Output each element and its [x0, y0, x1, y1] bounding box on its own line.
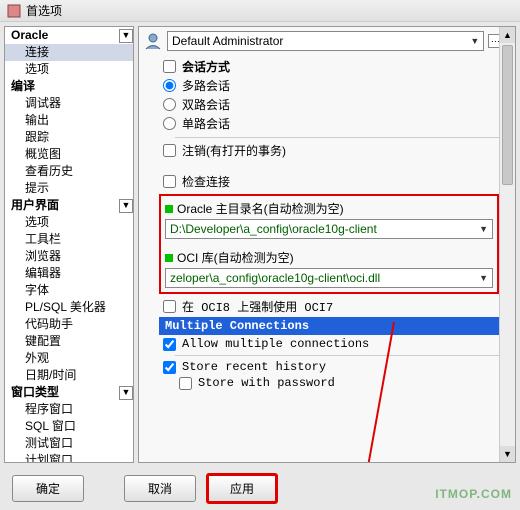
chevron-down-icon[interactable]: ▼	[119, 29, 133, 43]
checkbox-allow-multi[interactable]	[163, 338, 176, 351]
tree-item[interactable]: 调试器	[5, 95, 133, 112]
tree-item[interactable]: 提示	[5, 180, 133, 197]
chevron-down-icon: ▼	[479, 273, 488, 283]
chevron-down-icon[interactable]: ▼	[119, 386, 133, 400]
tree-item[interactable]: 查看历史	[5, 163, 133, 180]
tree-item[interactable]: 代码助手	[5, 316, 133, 333]
radio-dual[interactable]	[163, 98, 176, 111]
scroll-thumb[interactable]	[502, 45, 513, 185]
tree-item[interactable]: 外观	[5, 350, 133, 367]
user-icon	[143, 32, 163, 50]
watermark: ITMOP.COM	[435, 482, 512, 503]
checkbox-store-passwd[interactable]	[179, 377, 192, 390]
ok-button[interactable]: 确定	[12, 475, 84, 502]
content-panel: Default Administrator ▼ ⋯ * 会话方式 多路会话 双路…	[138, 26, 516, 463]
tree-item[interactable]: 跟踪	[5, 129, 133, 146]
tree-section-oracle[interactable]: Oracle ▼	[5, 27, 133, 44]
vertical-scrollbar[interactable]: ▲ ▼	[499, 27, 515, 462]
oci-input[interactable]: zeloper\a_config\oracle10g-client\oci.dl…	[165, 268, 493, 288]
app-icon	[6, 3, 22, 19]
tree-item[interactable]: PL/SQL 美化器	[5, 299, 133, 316]
tree-item[interactable]: 测试窗口	[5, 435, 133, 452]
radio-multi[interactable]	[163, 79, 176, 92]
scroll-up-icon[interactable]: ▲	[500, 27, 515, 43]
tree-item[interactable]: 浏览器	[5, 248, 133, 265]
tree-item[interactable]: 输出	[5, 112, 133, 129]
tree-item[interactable]: 编辑器	[5, 265, 133, 282]
checkbox-force-oci7[interactable]	[163, 300, 176, 313]
tree-item[interactable]: 概览图	[5, 146, 133, 163]
tree-section-ui[interactable]: 用户界面 ▼	[5, 197, 133, 214]
checkbox[interactable]	[163, 60, 176, 73]
main-area: Oracle ▼ 连接 选项 编译 调试器 输出 跟踪 概览图 查看历史 提示 …	[0, 22, 520, 467]
status-indicator	[165, 254, 173, 262]
oracle-home-label: Oracle 主目录名(自动检测为空)	[177, 202, 344, 216]
category-tree[interactable]: Oracle ▼ 连接 选项 编译 调试器 输出 跟踪 概览图 查看历史 提示 …	[4, 26, 134, 463]
tree-item[interactable]: 计划窗口	[5, 452, 133, 463]
chevron-down-icon: ▼	[470, 36, 479, 46]
checkbox-store-recent[interactable]	[163, 361, 176, 374]
tree-item-options[interactable]: 选项	[5, 61, 133, 78]
tree-item[interactable]: 工具栏	[5, 231, 133, 248]
tree-item[interactable]: 字体	[5, 282, 133, 299]
apply-button[interactable]: 应用	[206, 473, 278, 504]
highlight-box: Oracle 主目录名(自动检测为空) D:\Developer\a_confi…	[159, 194, 499, 294]
titlebar: 首选项	[0, 0, 520, 22]
checkbox-check-conn[interactable]	[163, 175, 176, 188]
multi-conn-header: Multiple Connections	[159, 317, 499, 335]
tree-item[interactable]: 程序窗口	[5, 401, 133, 418]
tree-section-wintype[interactable]: 窗口类型 ▼	[5, 384, 133, 401]
oci-label: OCI 库(自动检测为空)	[177, 251, 294, 265]
tree-item[interactable]: 选项	[5, 214, 133, 231]
status-indicator	[165, 205, 173, 213]
tree-item[interactable]: 键配置	[5, 333, 133, 350]
admin-selector[interactable]: Default Administrator ▼	[167, 31, 484, 51]
session-title: 会话方式	[182, 58, 230, 75]
chevron-down-icon: ▼	[479, 224, 488, 234]
window-title: 首选项	[26, 2, 62, 19]
checkbox-logoff[interactable]	[163, 144, 176, 157]
radio-single[interactable]	[163, 117, 176, 130]
tree-item[interactable]: SQL 窗口	[5, 418, 133, 435]
cancel-button[interactable]: 取消	[124, 475, 196, 502]
tree-item-connect[interactable]: 连接	[5, 44, 133, 61]
oracle-home-input[interactable]: D:\Developer\a_config\oracle10g-client ▼	[165, 219, 493, 239]
scroll-down-icon[interactable]: ▼	[500, 446, 515, 462]
tree-section-compile[interactable]: 编译	[5, 78, 133, 95]
chevron-down-icon[interactable]: ▼	[119, 199, 133, 213]
tree-item[interactable]: 日期/时间	[5, 367, 133, 384]
